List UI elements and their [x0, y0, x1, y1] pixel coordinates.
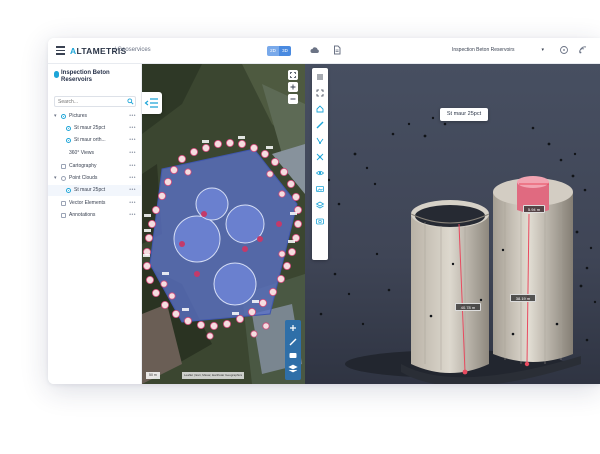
scene-title-chip[interactable]: St maur 25pct [440, 108, 488, 121]
layer-toggle[interactable] [66, 126, 71, 131]
layer-search-input[interactable] [54, 96, 136, 107]
ruler-icon[interactable] [315, 120, 325, 130]
project-marker-icon [54, 71, 59, 78]
layer-toggle[interactable] [66, 188, 71, 193]
pen-icon[interactable] [289, 338, 297, 346]
screenshot-stage: ALTAMETRIS / Geoservices 2D 3D Inspectio… [0, 0, 600, 454]
home-icon[interactable] [315, 104, 325, 114]
layers-sidebar: Inspection Beton Reservoirs ▾ Pictures •… [48, 64, 142, 384]
add-icon[interactable] [290, 325, 296, 331]
draw-tools [288, 325, 298, 373]
layers-icon[interactable] [288, 364, 298, 373]
view-mode-toggle: 2D 3D [267, 46, 291, 56]
measurement-label-left[interactable]: 40.78 m [455, 303, 481, 311]
layer-group-point-clouds[interactable]: ▾ Point Clouds ••• [48, 173, 141, 184]
project-select[interactable]: Inspection Beton Reservoirs ▾ [452, 45, 548, 56]
eye-icon[interactable] [315, 168, 325, 178]
layer-group-vector-elements[interactable]: Vector Elements ••• [48, 198, 141, 209]
layer-checkbox[interactable] [61, 201, 66, 206]
chevron-down-icon[interactable]: ▾ [54, 173, 57, 184]
project-title: Inspection Beton Reservoirs [61, 70, 110, 83]
layer-group-360-views[interactable]: 360° Views ••• [48, 148, 141, 159]
zoom-in-icon[interactable] [288, 82, 298, 92]
map-attribution: Leaflet | Esri, Maxar, Earthstar Geograp… [182, 372, 245, 379]
menu-icon[interactable] [56, 46, 65, 55]
measurement-label-top[interactable]: 5.94 m [523, 205, 545, 213]
signal-icon[interactable] [578, 45, 588, 55]
more-icon[interactable]: ••• [129, 161, 136, 172]
image-icon[interactable] [315, 184, 325, 194]
list-collapse-icon [144, 98, 158, 108]
fullscreen-icon[interactable] [288, 70, 298, 80]
more-icon[interactable]: ••• [129, 210, 136, 221]
map-scale: 50 m [146, 372, 160, 379]
expand-icon[interactable] [315, 88, 325, 98]
layer-group-cartography[interactable]: Cartography ••• [48, 161, 141, 172]
layer-toggle[interactable] [66, 138, 71, 143]
more-icon[interactable]: ••• [129, 111, 136, 122]
layer-checkbox[interactable] [61, 164, 66, 169]
map-2d-view[interactable]: 50 m Leaflet | Esri, Maxar, Earthstar Ge… [142, 64, 305, 384]
layers-icon[interactable] [315, 200, 325, 210]
app-window: ALTAMETRIS / Geoservices 2D 3D Inspectio… [48, 38, 600, 384]
satellite-imagery [142, 64, 305, 384]
layer-item-st-maur-25pct[interactable]: St maur 25pct ••• [48, 123, 141, 134]
search-icon[interactable] [127, 98, 134, 105]
layer-item-st-maur-25pct-cloud[interactable]: St maur 25pct ••• [48, 185, 141, 196]
top-bar: ALTAMETRIS / Geoservices 2D 3D Inspectio… [48, 38, 600, 64]
columns-icon[interactable] [315, 72, 325, 82]
chevron-down-icon[interactable]: ▾ [54, 111, 57, 122]
layer-toggle[interactable] [61, 176, 66, 181]
view-3d-button[interactable]: 3D [279, 46, 291, 56]
layer-group-annotations[interactable]: Annotations ••• [48, 210, 141, 221]
more-icon[interactable]: ••• [129, 198, 136, 209]
layer-toggle[interactable] [61, 114, 66, 119]
more-icon[interactable]: ••• [129, 123, 136, 134]
brand-subtitle: / Geoservices [114, 47, 151, 53]
more-icon[interactable]: ••• [129, 173, 136, 184]
more-icon[interactable]: ••• [129, 148, 136, 159]
viewer-toolbar [312, 68, 328, 260]
layer-group-pictures[interactable]: ▾ Pictures ••• [48, 111, 141, 122]
layer-checkbox[interactable] [61, 213, 66, 218]
view-2d-button[interactable]: 2D [267, 46, 279, 56]
help-circle-icon[interactable] [559, 45, 569, 55]
more-icon[interactable]: ••• [129, 135, 136, 146]
collapse-sidebar-button[interactable] [142, 92, 162, 114]
more-icon[interactable]: ••• [129, 185, 136, 196]
zoom-out-icon[interactable] [288, 94, 298, 104]
layer-item-st-maur-ortho[interactable]: St maur orth... ••• [48, 135, 141, 146]
cloud-icon[interactable] [310, 45, 320, 55]
caret-down-icon: ▾ [541, 47, 544, 53]
document-icon[interactable] [332, 45, 342, 55]
draw-tools-panel [285, 320, 301, 380]
camera-icon[interactable] [289, 353, 297, 358]
camera-icon[interactable] [315, 216, 325, 226]
transform-icon[interactable] [315, 152, 325, 162]
angle-measure-icon[interactable] [315, 136, 325, 146]
measurement-label-right[interactable]: 38.19 m [510, 294, 536, 302]
